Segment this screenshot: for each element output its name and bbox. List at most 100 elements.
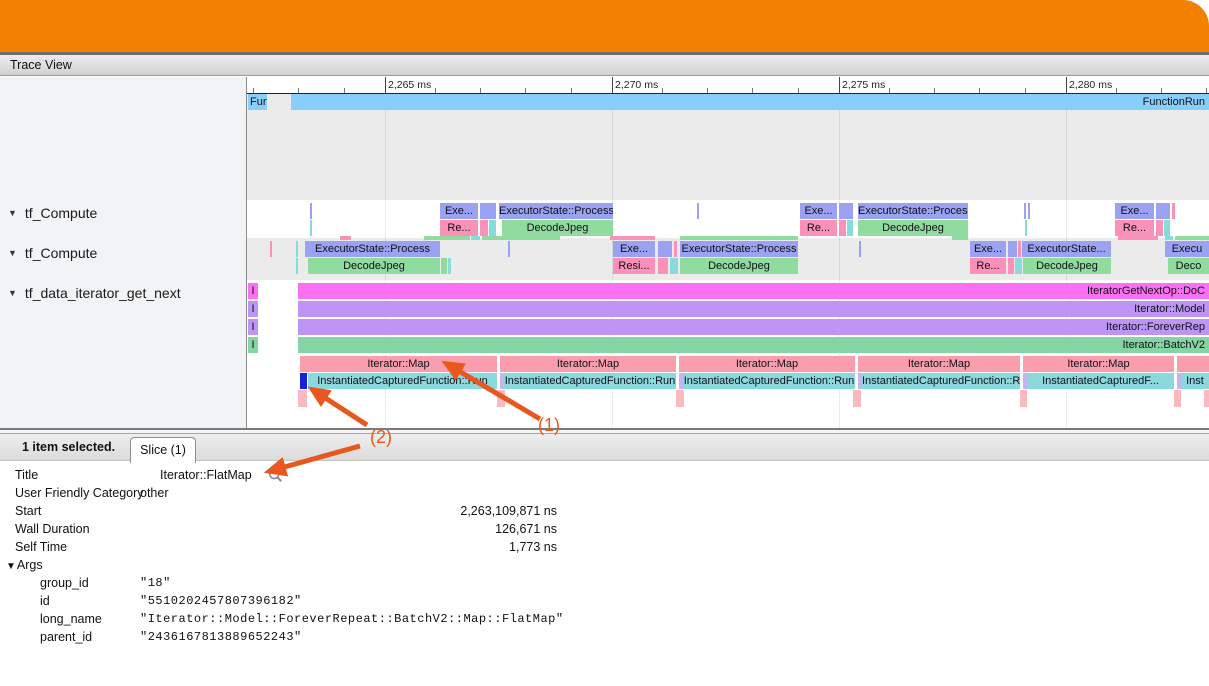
trace-bar[interactable]: ExecutorState::Process bbox=[680, 241, 798, 257]
trace-bar[interactable]: DecodeJpeg bbox=[308, 258, 440, 274]
trace-bar[interactable]: InstantiatedCapturedF... bbox=[1027, 373, 1174, 389]
trace-bar[interactable] bbox=[658, 258, 668, 274]
trace-bar[interactable] bbox=[340, 236, 351, 240]
trace-bar[interactable]: Re... bbox=[1115, 220, 1154, 236]
trace-bar[interactable] bbox=[441, 258, 447, 274]
collapse-triangle-icon[interactable]: ▼ bbox=[8, 288, 17, 298]
trace-bar[interactable]: Exe... bbox=[613, 241, 655, 257]
trace-bar[interactable]: Iterator::Map bbox=[679, 356, 855, 372]
trace-bar[interactable]: IteratorGetNextOp::DoC bbox=[298, 283, 1209, 299]
trace-bar[interactable]: InstantiatedCapturedFunction::Run bbox=[862, 373, 1020, 389]
trace-bar[interactable] bbox=[670, 258, 678, 274]
trace-bar[interactable] bbox=[1008, 258, 1014, 274]
trace-bar[interactable] bbox=[1028, 203, 1030, 219]
collapse-triangle-icon[interactable]: ▼ bbox=[8, 248, 17, 258]
trace-bar[interactable] bbox=[1008, 241, 1017, 257]
trace-bar[interactable] bbox=[1024, 203, 1026, 219]
sidebar-item-tf-compute-1[interactable]: ▼tf_Compute bbox=[8, 205, 97, 221]
trace-bar[interactable] bbox=[1175, 236, 1209, 240]
trace-bar[interactable] bbox=[1025, 220, 1027, 236]
trace-bar[interactable]: DecodeJpeg bbox=[502, 220, 613, 236]
trace-bar[interactable] bbox=[839, 220, 846, 236]
trace-bar[interactable]: Iterator::ForeverRep bbox=[298, 319, 1209, 335]
trace-bar[interactable] bbox=[1204, 390, 1209, 407]
trace-bar[interactable]: Deco bbox=[1168, 258, 1209, 274]
trace-bar[interactable] bbox=[480, 203, 496, 219]
trace-bar[interactable]: Iterator::Model bbox=[298, 301, 1209, 317]
trace-bar[interactable] bbox=[1015, 258, 1022, 274]
trace-bar[interactable]: Re... bbox=[970, 258, 1006, 274]
collapse-triangle-icon[interactable]: ▼ bbox=[8, 208, 17, 218]
trace-bar[interactable] bbox=[1172, 203, 1175, 219]
tab-slice[interactable]: Slice (1) bbox=[130, 437, 196, 463]
trace-bar[interactable] bbox=[697, 203, 699, 219]
trace-bar[interactable] bbox=[1020, 390, 1027, 407]
trace-bar[interactable]: Resi... bbox=[613, 258, 655, 274]
trace-bar[interactable] bbox=[1118, 236, 1158, 240]
trace-bar[interactable]: ExecutorState::Process bbox=[305, 241, 440, 257]
trace-bar[interactable] bbox=[1174, 390, 1181, 407]
trace-bar[interactable] bbox=[680, 236, 798, 240]
trace-bar[interactable]: ExecutorState::Process bbox=[499, 203, 613, 219]
trace-bar[interactable] bbox=[1156, 203, 1170, 219]
trace-bar[interactable]: Inst bbox=[1181, 373, 1209, 389]
trace-bar[interactable]: I bbox=[248, 301, 258, 317]
trace-bar[interactable] bbox=[847, 220, 853, 236]
trace-bar[interactable] bbox=[471, 236, 480, 240]
trace-bar[interactable]: Re... bbox=[440, 220, 478, 236]
trace-bar[interactable] bbox=[859, 241, 861, 257]
trace-bar[interactable]: Iterator::Map bbox=[500, 356, 676, 372]
trace-bar[interactable] bbox=[610, 236, 655, 240]
trace-bar[interactable] bbox=[658, 241, 672, 257]
trace-bar[interactable]: I bbox=[248, 337, 258, 353]
trace-bar[interactable]: InstantiatedCapturedFunction::Run bbox=[308, 373, 497, 389]
selected-slice[interactable] bbox=[300, 373, 307, 389]
trace-bar[interactable] bbox=[310, 220, 312, 236]
trace-bar[interactable] bbox=[1156, 220, 1163, 236]
sidebar-item-tf-compute-2[interactable]: ▼tf_Compute bbox=[8, 245, 97, 261]
trace-bar[interactable]: Execu bbox=[1165, 241, 1209, 257]
trace-bar[interactable]: DecodeJpeg bbox=[858, 220, 968, 236]
trace-bar[interactable]: Iterator::BatchV2 bbox=[298, 337, 1209, 353]
trace-bar[interactable]: Iterator::Map bbox=[858, 356, 1020, 372]
trace-bar[interactable] bbox=[296, 258, 298, 274]
trace-bar[interactable]: InstantiatedCapturedFunction::Run bbox=[504, 373, 676, 389]
trace-bar[interactable]: Re... bbox=[800, 220, 837, 236]
trace-bar[interactable]: Iterator::Map bbox=[300, 356, 497, 372]
trace-bar[interactable]: ExecutorState... bbox=[1022, 241, 1111, 257]
trace-bar[interactable] bbox=[839, 203, 853, 219]
trace-bar[interactable] bbox=[482, 236, 560, 240]
trace-bar[interactable] bbox=[1164, 220, 1170, 236]
trace-bar[interactable]: ExecutorState::Process bbox=[858, 203, 968, 219]
trace-bar[interactable]: Exe... bbox=[800, 203, 837, 219]
trace-bar[interactable]: I bbox=[248, 319, 258, 335]
trace-bar[interactable] bbox=[296, 241, 298, 257]
trace-bar[interactable] bbox=[310, 203, 312, 219]
trace-bar[interactable]: InstantiatedCapturedFunction::Run bbox=[683, 373, 855, 389]
trace-bar[interactable]: Exe... bbox=[440, 203, 478, 219]
sidebar-item-tf-data-iterator-get-next[interactable]: ▼tf_data_iterator_get_next bbox=[8, 285, 181, 301]
expand-triangle-icon[interactable]: ▼ bbox=[6, 561, 16, 572]
trace-bar[interactable]: I bbox=[248, 283, 258, 299]
trace-bar[interactable]: DecodeJpeg bbox=[680, 258, 798, 274]
trace-bar[interactable] bbox=[853, 390, 861, 407]
trace-bar[interactable] bbox=[424, 236, 470, 240]
trace-bar[interactable]: Exe... bbox=[1115, 203, 1154, 219]
trace-bar[interactable]: DecodeJpeg bbox=[1023, 258, 1111, 274]
trace-bar[interactable] bbox=[480, 220, 488, 236]
trace-bar[interactable] bbox=[1165, 236, 1173, 240]
trace-bar[interactable] bbox=[952, 236, 968, 240]
trace-bar[interactable]: Exe... bbox=[970, 241, 1006, 257]
trace-bar[interactable] bbox=[270, 241, 272, 257]
trace-bar[interactable] bbox=[497, 390, 505, 407]
args-section-header[interactable]: ▼Args bbox=[0, 556, 1209, 574]
trace-bar[interactable] bbox=[1018, 241, 1021, 257]
trace-bar[interactable] bbox=[508, 241, 510, 257]
trace-bar[interactable] bbox=[448, 258, 451, 274]
trace-bar[interactable] bbox=[674, 241, 677, 257]
trace-bar[interactable] bbox=[1177, 356, 1209, 372]
trace-bar[interactable]: Fun bbox=[248, 94, 267, 110]
trace-bar[interactable] bbox=[676, 390, 684, 407]
trace-bar[interactable] bbox=[298, 390, 307, 407]
trace-bar[interactable]: FunctionRun bbox=[291, 94, 1209, 110]
